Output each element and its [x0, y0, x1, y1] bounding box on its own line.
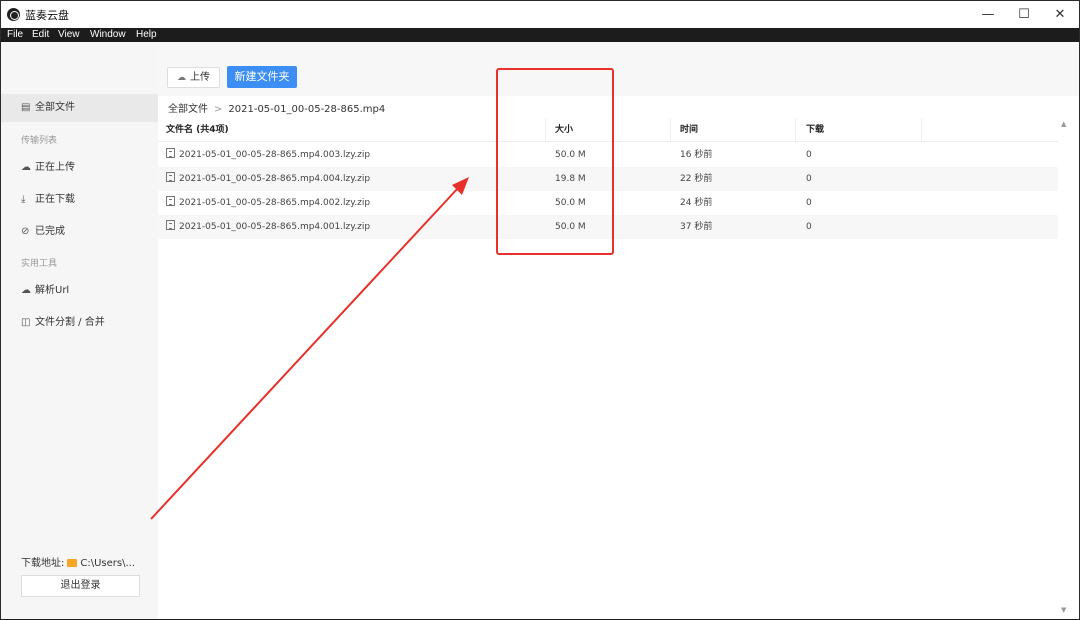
- sidebar-item-label: 正在下载: [35, 194, 75, 205]
- sidebar-item-label: 已完成: [35, 226, 65, 237]
- file-time-cell: 22 秒前: [680, 174, 713, 184]
- file-icon: [166, 148, 175, 158]
- sidebar-item-split-merge[interactable]: ◫ 文件分割 / 合并: [1, 309, 158, 337]
- breadcrumb: 全部文件 >2021-05-01_00-05-28-865.mp4: [168, 100, 385, 115]
- column-header-time[interactable]: 时间: [680, 118, 698, 142]
- download-path-value: C:\Users\...: [80, 558, 136, 569]
- file-name: 2021-05-01_00-05-28-865.mp4.001.lzy.zip: [179, 222, 371, 232]
- file-name-cell: 2021-05-01_00-05-28-865.mp4.003.lzy.zip: [166, 143, 370, 167]
- minimize-button[interactable]: —: [969, 1, 1007, 28]
- title-bar: 蓝奏云盘 — ☐ ✕: [1, 1, 1079, 28]
- folder-icon: [67, 559, 78, 567]
- menu-window[interactable]: Window: [90, 28, 126, 42]
- breadcrumb-current: 2021-05-01_00-05-28-865.mp4: [228, 104, 386, 115]
- upload-button-label: 上传: [190, 72, 210, 83]
- close-button[interactable]: ✕: [1041, 1, 1079, 28]
- download-path-label: 下载地址:: [21, 558, 65, 569]
- file-time-cell: 24 秒前: [680, 198, 713, 208]
- sidebar-item-label: 文件分割 / 合并: [35, 317, 105, 328]
- file-name-cell: 2021-05-01_00-05-28-865.mp4.004.lzy.zip: [166, 167, 370, 191]
- window-title: 蓝奏云盘: [25, 9, 69, 22]
- file-time-cell: 37 秒前: [680, 222, 713, 232]
- app-logo-icon: [7, 8, 20, 21]
- toolbar: ☁ 上传 新建文件夹: [158, 42, 1079, 96]
- file-name-cell: 2021-05-01_00-05-28-865.mp4.002.lzy.zip: [166, 191, 370, 215]
- cloud-upload-icon: ☁: [177, 73, 186, 83]
- file-name: 2021-05-01_00-05-28-865.mp4.002.lzy.zip: [179, 198, 371, 208]
- sidebar: ▤ 全部文件 传输列表 ☁ 正在上传 ⤓ 正在下载 ⊘ 已完成 实用工具 ☁ 解…: [1, 42, 158, 619]
- column-divider: [921, 118, 922, 142]
- column-header-downloads[interactable]: 下载: [806, 118, 824, 142]
- check-circle-icon: ⊘: [21, 226, 30, 237]
- sidebar-item-label: 正在上传: [35, 162, 75, 173]
- maximize-button[interactable]: ☐: [1005, 1, 1043, 28]
- file-icon: [166, 172, 175, 182]
- file-icon: [166, 220, 175, 230]
- main-panel: ☁ 上传 新建文件夹 全部文件 >2021-05-01_00-05-28-865.m…: [158, 42, 1079, 619]
- breadcrumb-root[interactable]: 全部文件: [168, 104, 208, 115]
- download-path[interactable]: 下载地址: C:\Users\...: [21, 554, 135, 569]
- menu-view[interactable]: View: [58, 28, 80, 42]
- cloud-upload-icon: ☁: [21, 162, 31, 173]
- upload-button[interactable]: ☁ 上传: [167, 67, 220, 88]
- sidebar-item-uploading[interactable]: ☁ 正在上传: [1, 154, 158, 182]
- file-downloads-cell: 0: [806, 198, 812, 208]
- split-icon: ◫: [21, 317, 31, 328]
- menu-bar: File Edit View Window Help: [1, 28, 1079, 42]
- menu-help[interactable]: Help: [136, 28, 157, 42]
- new-folder-button[interactable]: 新建文件夹: [227, 66, 297, 88]
- file-name: 2021-05-01_00-05-28-865.mp4.004.lzy.zip: [179, 174, 371, 184]
- sidebar-item-downloading[interactable]: ⤓ 正在下载: [1, 186, 158, 214]
- file-downloads-cell: 0: [806, 222, 812, 232]
- file-downloads-cell: 0: [806, 174, 812, 184]
- logout-button[interactable]: 退出登录: [21, 575, 140, 597]
- sidebar-item-all-files[interactable]: ▤ 全部文件: [1, 94, 158, 122]
- scroll-up-icon[interactable]: ▲: [1061, 120, 1066, 128]
- section-tools: 实用工具: [21, 259, 58, 269]
- annotation-highlight-box: [496, 68, 614, 255]
- file-downloads-cell: 0: [806, 150, 812, 160]
- sidebar-item-label: 解析Url: [35, 285, 70, 296]
- sidebar-item-completed[interactable]: ⊘ 已完成: [1, 218, 158, 246]
- sidebar-item-parse-url[interactable]: ☁ 解析Url: [1, 277, 158, 305]
- breadcrumb-separator: >: [214, 104, 223, 115]
- file-name-cell: 2021-05-01_00-05-28-865.mp4.001.lzy.zip: [166, 215, 370, 239]
- sidebar-item-label: 全部文件: [35, 102, 75, 113]
- file-name: 2021-05-01_00-05-28-865.mp4.003.lzy.zip: [179, 150, 371, 160]
- file-list-icon: ▤: [21, 102, 31, 113]
- scroll-down-icon[interactable]: ▼: [1061, 606, 1066, 614]
- file-icon: [166, 196, 175, 206]
- menu-edit[interactable]: Edit: [32, 28, 49, 42]
- vertical-scrollbar[interactable]: ▲ ▼: [1056, 118, 1079, 618]
- app-window: 蓝奏云盘 — ☐ ✕ File Edit View Window Help ▤ …: [0, 0, 1080, 619]
- file-time-cell: 16 秒前: [680, 150, 713, 160]
- menu-file[interactable]: File: [7, 28, 23, 42]
- link-icon: ☁: [21, 285, 31, 296]
- column-divider: [795, 118, 796, 142]
- section-transfer-list: 传输列表: [21, 136, 58, 146]
- column-divider: [670, 118, 671, 142]
- download-icon: ⤓: [21, 194, 26, 205]
- column-header-name[interactable]: 文件名 (共4项): [166, 118, 229, 142]
